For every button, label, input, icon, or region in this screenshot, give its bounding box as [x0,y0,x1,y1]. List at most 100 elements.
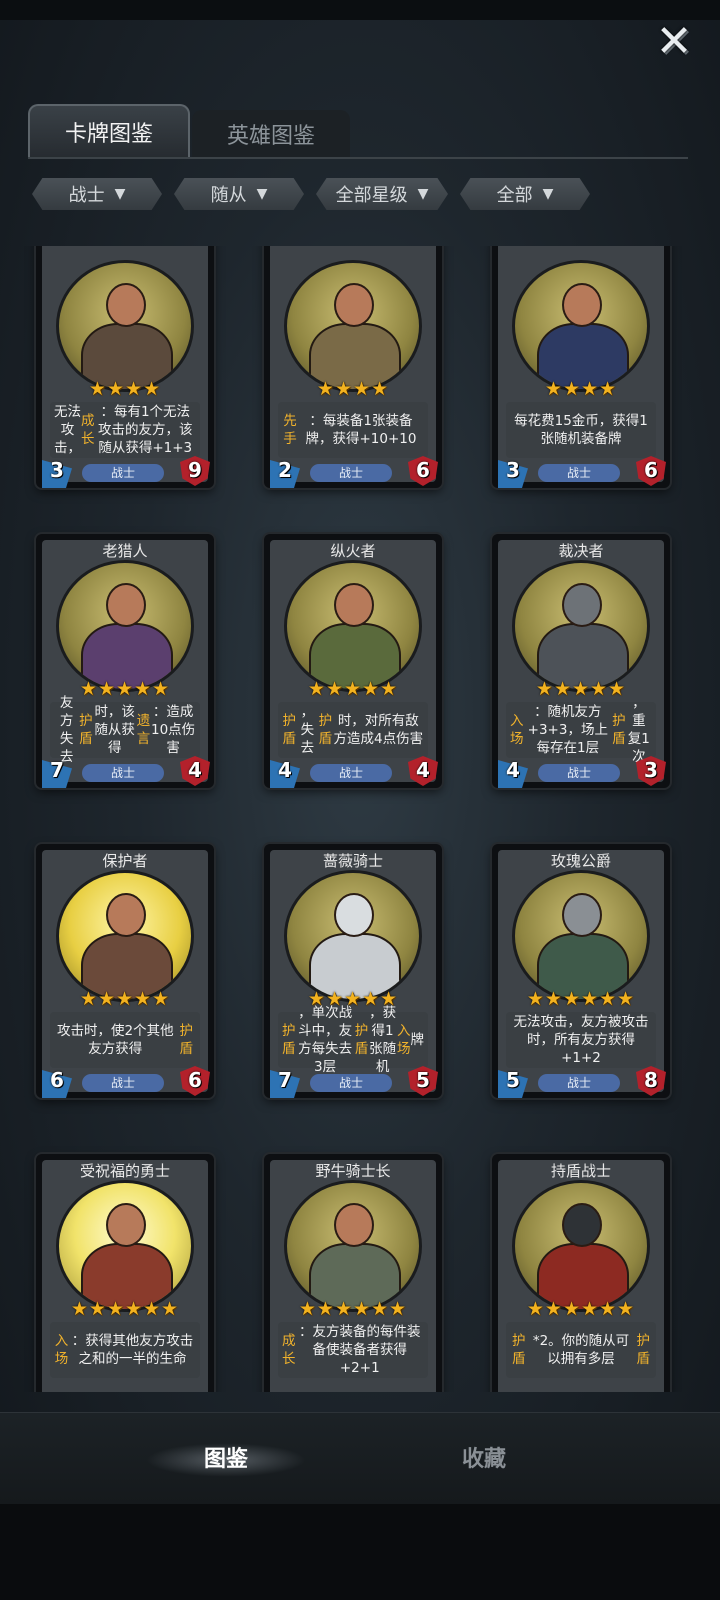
card-name: 蔷薇骑士 [322,852,383,870]
card-name: 老猎人 [102,542,148,560]
card-description: 攻击时，使2个其他友方获得 护盾 [50,1012,200,1068]
card-grid: ★★★★ 无法攻击， 成长 ：每有1个无法攻击的友方，该随从获得+1+3 3 战士 … [0,246,720,1392]
card-stars: ★★★★★★ [70,1298,180,1320]
card-cost: 3 [50,458,64,482]
card-description: 先手 ：每装备1张装备牌，获得+10+10 [278,402,428,458]
close-button[interactable]: ✕ [652,20,696,64]
card-description: 友方失去 护盾 时，该随从获得 遗言 ：造成10点伤害 [50,695,200,765]
card-portrait [512,870,650,1002]
filter-dropdown-icon: ▼ [114,186,126,202]
filter-label: 战士 [68,185,105,206]
tab-hero-codex[interactable]: 英雄图鉴 [192,110,350,158]
card-portrait [56,260,194,392]
card-description: 无法攻击， 成长 ：每有1个无法攻击的友方，该随从获得+1+3 [50,402,200,458]
card-description: 护盾 ，失去 护盾 时，对所有敌方造成4点伤害 [278,702,428,758]
card-cost: 6 [50,1068,64,1092]
filter-class[interactable]: 战士 ▼ [32,178,162,210]
filter-all[interactable]: 全部 ▼ [460,178,590,210]
card[interactable]: 蔷薇骑士 ★★★★★ 护盾 ，单次战斗中，友方每失去3层 护盾 ，获得1张随机 入场牌 … [264,844,442,1098]
card-description: 无法攻击，友方被攻击时，所有友方获得+1+2 [506,1012,656,1068]
card-stars: ★★★★★ [79,988,171,1010]
filter-dropdown-icon: ▼ [256,186,268,202]
card-class: 战士 [82,1074,164,1092]
card[interactable]: 持盾战士 ★★★★★★ 护盾 *2。你的随从可以拥有多层 护盾 [492,1154,670,1392]
card-class: 战士 [538,1074,620,1092]
card-description: 每花费15金币，获得1张随机装备牌 [506,402,656,458]
card-name: 野牛骑士长 [315,1162,391,1180]
card-portrait [512,560,650,692]
card-description: 入场 ：获得其他友方攻击之和的一半的生命 [50,1322,200,1378]
card-stars: ★★★★ [316,378,390,400]
card-cost: 2 [278,458,292,482]
tab-card-codex[interactable]: 卡牌图鉴 [28,104,190,158]
card-health: 6 [644,458,658,482]
card-health: 6 [188,1068,202,1092]
card-health: 3 [644,758,658,782]
close-icon: ✕ [655,16,693,67]
nav-collection[interactable]: 收藏 [404,1443,564,1477]
card-portrait [56,1180,194,1312]
card[interactable]: ★★★★ 先手 ：每装备1张装备牌，获得+10+10 2 战士 6 [264,246,442,488]
card-class: 战士 [538,464,620,482]
card-portrait [56,870,194,1002]
tab-divider [28,157,688,159]
card-class: 战士 [310,764,392,782]
card-class: 战士 [310,464,392,482]
card-health: 9 [188,458,202,482]
card-cost: 7 [50,758,64,782]
card-stars: ★★★★ [544,378,618,400]
card-cost: 4 [278,758,292,782]
card-cost: 7 [278,1068,292,1092]
card-portrait [512,260,650,392]
card[interactable]: ★★★★ 每花费15金币，获得1张随机装备牌 3 战士 6 [492,246,670,488]
card-health: 6 [416,458,430,482]
card-cost: 4 [506,758,520,782]
card-portrait [284,560,422,692]
card-name: 玫瑰公爵 [550,852,611,870]
filter-label: 全部 [496,185,533,206]
nav-codex[interactable]: 图鉴 [146,1443,306,1477]
card[interactable]: ★★★★ 无法攻击， 成长 ：每有1个无法攻击的友方，该随从获得+1+3 3 战士 … [36,246,214,488]
card-name: 纵火者 [330,542,376,560]
filter-star[interactable]: 全部星级 ▼ [316,178,448,210]
card-stars: ★★★★★★ [298,1298,408,1320]
card-cost: 3 [506,458,520,482]
card-name: 裁决者 [558,542,604,560]
card-class: 战士 [82,764,164,782]
bottom-nav: 图鉴 收藏 [0,1412,720,1504]
card-cost: 5 [506,1068,520,1092]
filter-dropdown-icon: ▼ [542,186,554,202]
card-portrait [512,1180,650,1312]
card[interactable]: 野牛骑士长 ★★★★★★ 成长 ：友方装备的每件装备使装备者获得+2+1 [264,1154,442,1392]
card[interactable]: 保护者 ★★★★★ 攻击时，使2个其他友方获得 护盾 6 战士 6 [36,844,214,1098]
card-name: 保护者 [102,852,148,870]
card-class: 战士 [82,464,164,482]
card[interactable]: 玫瑰公爵 ★★★★★★ 无法攻击，友方被攻击时，所有友方获得+1+2 5 战士 … [492,844,670,1098]
card[interactable]: 裁决者 ★★★★★ 入场 ：随机友方+3+3，场上每存在1层 护盾 ，重复1次 4 战… [492,534,670,788]
card[interactable]: 老猎人 ★★★★★ 友方失去 护盾 时，该随从获得 遗言 ：造成10点伤害 7 战士 4 [36,534,214,788]
footer-bar [0,1504,720,1600]
card-name: 持盾战士 [550,1162,611,1180]
card-portrait [284,870,422,1002]
card-description: 入场 ：随机友方+3+3，场上每存在1层 护盾 ，重复1次 [506,695,656,765]
card-health: 8 [644,1068,658,1092]
card[interactable]: 受祝福的勇士 ★★★★★★ 入场 ：获得其他友方攻击之和的一半的生命 [36,1154,214,1392]
status-bar [0,0,720,20]
filter-label: 全部星级 [335,185,408,206]
card-stars: ★★★★ [88,378,162,400]
filter-dropdown-icon: ▼ [417,186,429,202]
card-stars: ★★★★★★ [526,988,636,1010]
card-portrait [284,260,422,392]
card[interactable]: 纵火者 ★★★★★ 护盾 ，失去 护盾 时，对所有敌方造成4点伤害 4 战士 4 [264,534,442,788]
card-stars: ★★★★★ [307,678,399,700]
card-class: 战士 [538,764,620,782]
card-portrait [284,1180,422,1312]
card-description: 成长 ：友方装备的每件装备使装备者获得+2+1 [278,1322,428,1378]
card-name: 受祝福的勇士 [79,1162,170,1180]
card-stars: ★★★★★★ [526,1298,636,1320]
filter-type[interactable]: 随从 ▼ [174,178,304,210]
card-class: 战士 [310,1074,392,1092]
card-health: 5 [416,1068,430,1092]
filter-label: 随从 [210,185,247,206]
card-portrait [56,560,194,692]
